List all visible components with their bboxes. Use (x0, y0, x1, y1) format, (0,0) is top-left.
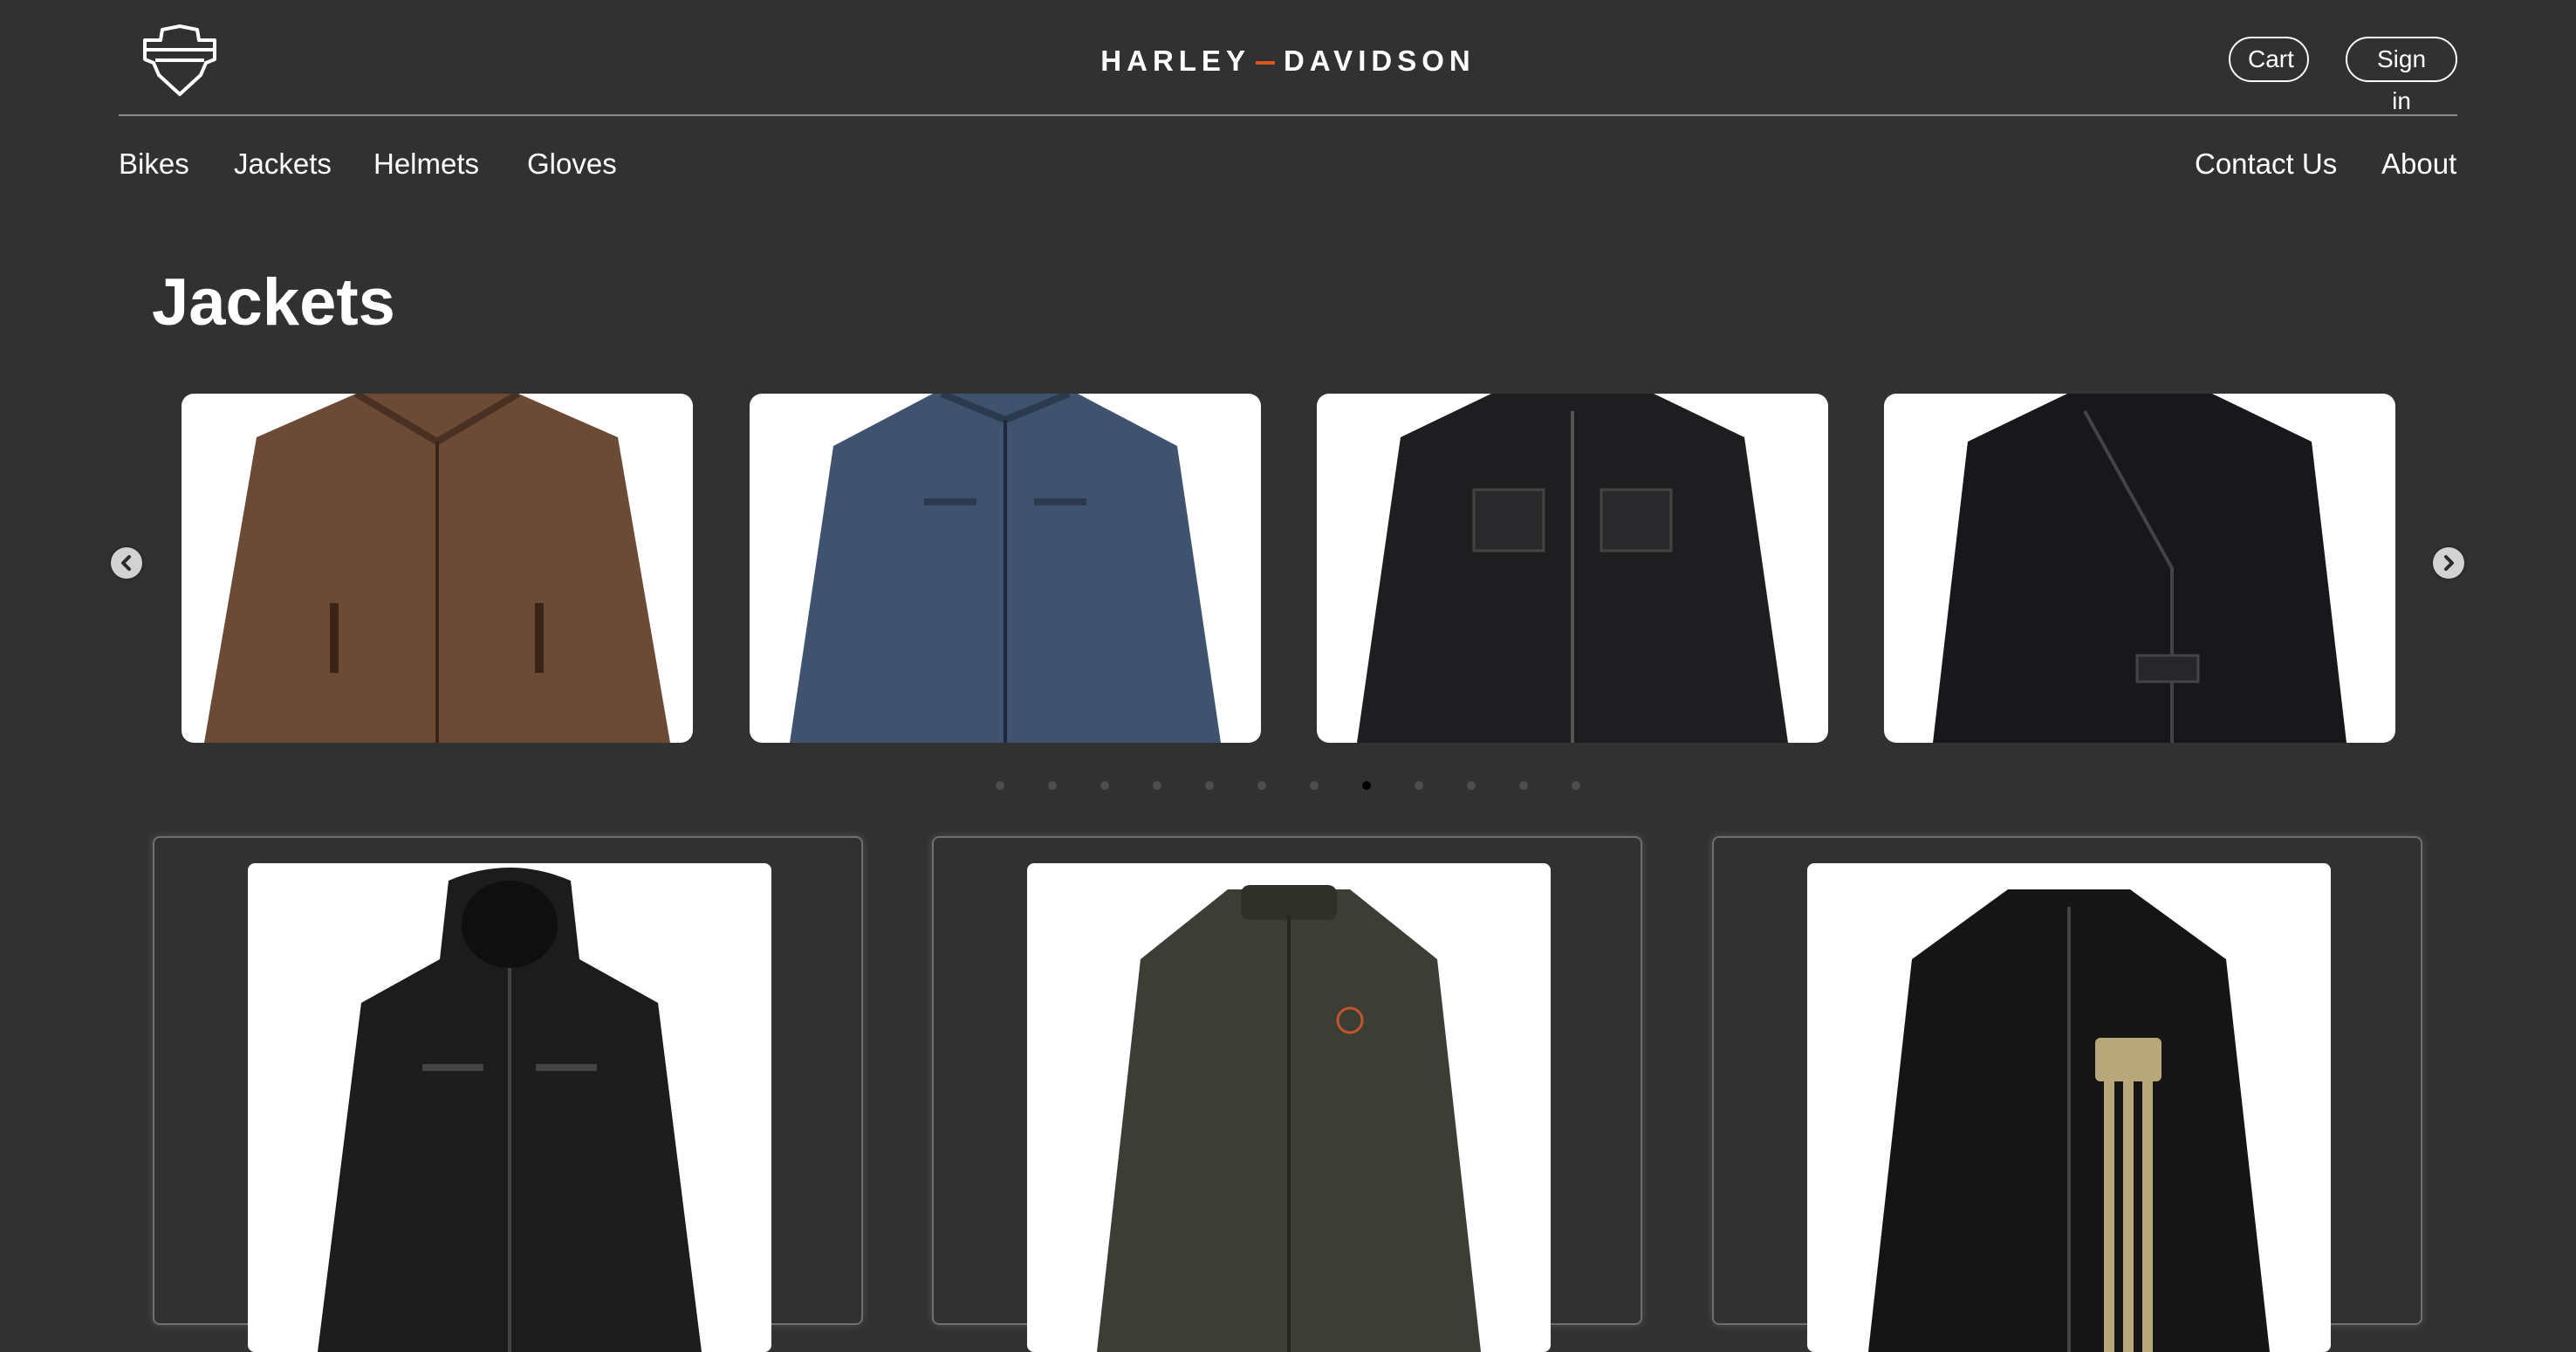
nav-helmets[interactable]: Helmets (373, 147, 479, 182)
carousel-dot[interactable] (1153, 781, 1161, 790)
brand-dash (1255, 61, 1275, 65)
nav-jackets[interactable]: Jackets (234, 147, 332, 182)
jacket-image (1097, 885, 1481, 1352)
carousel-dot[interactable] (1310, 781, 1319, 790)
carousel-item[interactable] (1317, 394, 1828, 743)
chevron-left-icon (121, 555, 131, 571)
carousel-dot[interactable] (1519, 781, 1528, 790)
jacket-image (1933, 394, 2346, 743)
page-title: Jackets (152, 265, 395, 340)
jacket-image (318, 868, 702, 1352)
chevron-right-icon (2444, 555, 2454, 571)
carousel-dot[interactable] (1467, 781, 1476, 790)
nav-about[interactable]: About (2381, 147, 2456, 182)
nav-contact-us[interactable]: Contact Us (2195, 147, 2337, 182)
carousel-dot[interactable] (1415, 781, 1423, 790)
carousel-item[interactable] (750, 394, 1261, 743)
jacket-image (1868, 889, 2270, 1352)
carousel-item[interactable] (1884, 394, 2395, 743)
cart-button[interactable]: Cart (2229, 37, 2309, 82)
carousel-dot[interactable] (1362, 781, 1371, 790)
carousel-dot[interactable] (1100, 781, 1109, 790)
brand-wordmark[interactable]: HARLEY DAVIDSON (119, 44, 2457, 79)
carousel-dot[interactable] (1048, 781, 1057, 790)
product-card[interactable] (932, 836, 1642, 1352)
jacket-image (790, 394, 1221, 743)
carousel-next-button[interactable] (2433, 547, 2464, 579)
carousel-dot[interactable] (1257, 781, 1266, 790)
carousel-dot[interactable] (1205, 781, 1214, 790)
jacket-image (1357, 394, 1788, 743)
brand-name-left: HARLEY (1100, 45, 1250, 77)
product-card[interactable] (1712, 836, 2422, 1352)
nav-bikes[interactable]: Bikes (119, 147, 189, 182)
nav-gloves[interactable]: Gloves (527, 147, 617, 182)
product-image (1807, 863, 2331, 1352)
carousel-dot[interactable] (1572, 781, 1580, 790)
brand-name-right: DAVIDSON (1283, 45, 1476, 77)
product-card[interactable] (153, 836, 863, 1352)
carousel-item[interactable] (182, 394, 693, 743)
carousel-dot[interactable] (996, 781, 1004, 790)
carousel-prev-button[interactable] (111, 547, 142, 579)
site-header: HARLEY DAVIDSON Cart Sign in (119, 0, 2457, 116)
product-image (1027, 863, 1551, 1352)
sign-in-button[interactable]: Sign in (2346, 37, 2457, 114)
jacket-image (204, 394, 670, 743)
product-image (248, 863, 771, 1352)
